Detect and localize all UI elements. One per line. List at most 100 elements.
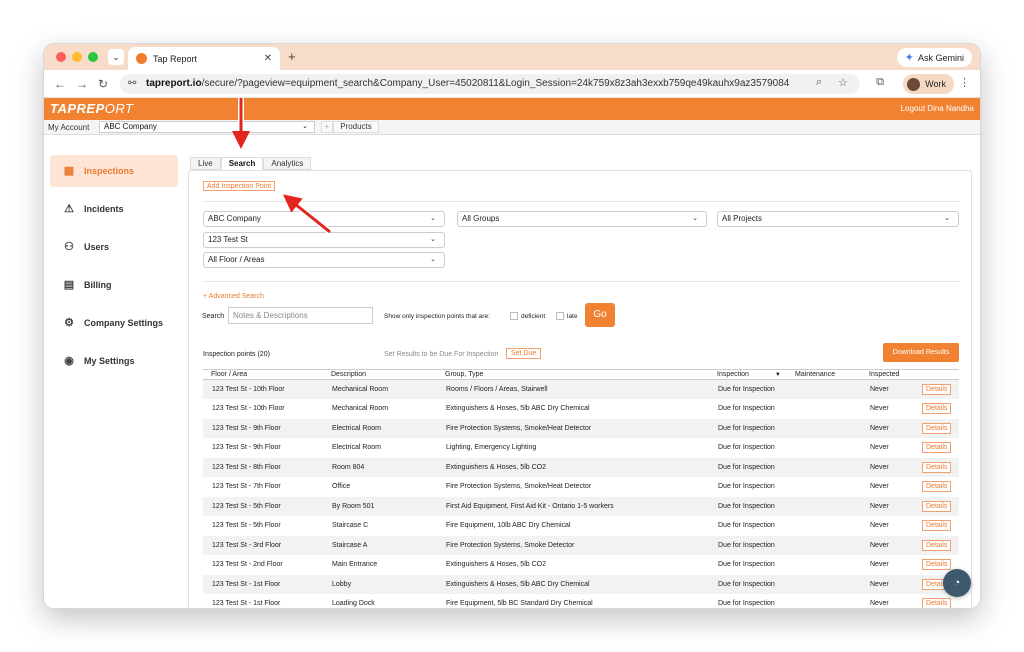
- back-arrow-icon[interactable]: ←: [54, 77, 66, 91]
- table-row[interactable]: 123 Test St - 5th Floor By Room 501 First …: [203, 496, 959, 516]
- cell-floor: 123 Test St - 5th Floor: [212, 522, 281, 530]
- column-header-group-type[interactable]: Group, Type: [437, 369, 709, 380]
- column-header-actions: [913, 369, 959, 380]
- advanced-search-link[interactable]: + Advanced Search: [203, 293, 264, 300]
- cell-maintenance: [787, 555, 861, 575]
- sidebar-item-billing[interactable]: ▤ Billing: [50, 269, 178, 301]
- table-row[interactable]: 123 Test St - 2nd Floor Main Entrance Exti…: [203, 555, 959, 575]
- taprep-logo[interactable]: TAPREPORT: [50, 101, 134, 116]
- browser-tab[interactable]: Tap Report ✕: [128, 47, 280, 70]
- details-button[interactable]: Details: [922, 500, 952, 512]
- late-checkbox[interactable]: [556, 312, 564, 320]
- projects-filter-value: All Projects: [722, 214, 763, 223]
- sidebar-item-label: Billing: [84, 280, 112, 290]
- reload-icon[interactable]: ↻: [98, 77, 108, 91]
- table-row[interactable]: 123 Test St - 8th Floor Room 804 Extinguis…: [203, 457, 959, 477]
- close-tab-icon[interactable]: ✕: [264, 53, 272, 64]
- details-button[interactable]: Details: [922, 461, 952, 473]
- address-bar[interactable]: ⚯ tapreport.io/secure/?pageview=equipmen…: [120, 74, 860, 94]
- clipboard-icon: ▦: [63, 165, 75, 177]
- sidebar-item-users[interactable]: ⚇ Users: [50, 231, 178, 263]
- products-tab[interactable]: Products: [333, 121, 379, 133]
- table-row[interactable]: 123 Test St - 1st Floor Loading Dock Fire …: [203, 594, 959, 608]
- tab-search[interactable]: Search: [220, 157, 264, 170]
- add-tab-button[interactable]: +: [321, 121, 333, 133]
- floor-filter-select[interactable]: All Floor / Areas ⌄: [203, 252, 445, 268]
- browser-menu-icon[interactable]: ⋮: [959, 76, 970, 89]
- sidebar-item-inspections[interactable]: ▦ Inspections: [50, 155, 178, 187]
- company-select-value: ABC Company: [104, 122, 157, 131]
- help-chat-button[interactable]: ◔: [943, 569, 971, 597]
- details-button[interactable]: Details: [922, 481, 952, 493]
- deficient-checkbox[interactable]: [510, 312, 518, 320]
- sidebar-item-company-settings[interactable]: ⚙ Company Settings: [50, 307, 178, 339]
- maximize-window-button[interactable]: [88, 52, 98, 62]
- download-results-button[interactable]: Download Results: [883, 343, 959, 362]
- site-info-icon[interactable]: ⚯: [128, 74, 136, 94]
- cell-floor: 123 Test St - 1st Floor: [203, 574, 323, 594]
- cell-inspected: Never: [861, 535, 913, 555]
- table-row[interactable]: 123 Test St - 9th Floor Electrical Room Li…: [203, 438, 959, 458]
- minimize-window-button[interactable]: [72, 52, 82, 62]
- set-due-button[interactable]: Set Due: [506, 348, 542, 359]
- column-header-description[interactable]: Description: [323, 369, 437, 380]
- cell-floor: 123 Test St - 3rd Floor: [203, 535, 323, 555]
- profile-button[interactable]: Work: [903, 74, 954, 94]
- new-tab-button[interactable]: +: [288, 49, 296, 64]
- search-input[interactable]: Notes & Descriptions: [228, 307, 373, 324]
- extensions-icon[interactable]: ⧉: [876, 76, 884, 89]
- cell-description: Mechanical Room: [332, 405, 389, 413]
- cell-description: Electrical Room: [323, 418, 437, 438]
- browser-window: ⌄ Tap Report ✕ + ✦ Ask Gemini ← → ↻ ⚯ ta…: [44, 44, 980, 608]
- projects-filter-select[interactable]: All Projects ⌄: [717, 211, 959, 227]
- sidebar-item-my-settings[interactable]: ◉ My Settings: [50, 345, 178, 377]
- sort-down-icon[interactable]: ▼: [775, 372, 781, 378]
- details-button[interactable]: Details: [922, 539, 952, 551]
- cell-inspection: Due for Inspection: [718, 444, 775, 452]
- table-row[interactable]: 123 Test St - 3rd Floor Staircase A Fire P…: [203, 535, 959, 555]
- groups-filter-select[interactable]: All Groups ⌄: [457, 211, 707, 227]
- column-header-floor[interactable]: Floor / Area: [203, 369, 323, 380]
- table-row[interactable]: 123 Test St - 7th Floor Office Fire Protec…: [203, 477, 959, 497]
- add-inspection-point-button[interactable]: Add Inspection Point: [203, 181, 276, 191]
- main-content: Live Search Analytics Add Inspection Poi…: [186, 157, 980, 608]
- logout-link[interactable]: Logout Dina Nandha: [901, 104, 974, 113]
- details-button[interactable]: Details: [922, 598, 952, 608]
- site-filter-select[interactable]: 123 Test St ⌄: [203, 232, 445, 248]
- table-row[interactable]: 123 Test St - 9th Floor Electrical Room Fi…: [203, 418, 959, 438]
- table-row[interactable]: 123 Test St - 5th Floor Staircase C Fire E…: [203, 516, 959, 536]
- profile-label: Work: [925, 79, 946, 89]
- column-header-maintenance[interactable]: Maintenance: [787, 369, 861, 380]
- cell-inspected: Never: [861, 574, 913, 594]
- table-row[interactable]: 123 Test St - 10th Floor Mechanical Room R…: [203, 379, 959, 399]
- column-header-inspected[interactable]: Inspected: [861, 369, 913, 380]
- details-button[interactable]: Details: [922, 442, 952, 454]
- sidebar-item-incidents[interactable]: ⚠ Incidents: [50, 193, 178, 225]
- sidebar-item-label: Inspections: [84, 166, 135, 176]
- company-select[interactable]: ABC Company ⌄: [99, 121, 315, 133]
- zoom-icon[interactable]: ⌕: [816, 76, 822, 89]
- details-button[interactable]: Details: [922, 384, 952, 395]
- table-row[interactable]: 123 Test St - 10th Floor Mechanical Room E…: [203, 399, 959, 419]
- cell-maintenance: [787, 516, 861, 536]
- cell-inspection: Due for Inspection: [709, 496, 787, 516]
- details-button[interactable]: Details: [922, 422, 952, 434]
- cell-group-type: Extinguishers & Hoses, 5lb CO2: [437, 457, 709, 477]
- forward-arrow-icon[interactable]: →: [76, 77, 88, 91]
- table-row[interactable]: 123 Test St - 1st Floor Lobby Extinguisher…: [203, 574, 959, 594]
- details-button[interactable]: Details: [922, 559, 952, 571]
- tab-analytics[interactable]: Analytics: [263, 157, 312, 170]
- details-button[interactable]: Details: [922, 403, 952, 415]
- sidebar-item-label: My Settings: [84, 356, 135, 366]
- tab-live[interactable]: Live: [190, 157, 221, 170]
- tab-search-chevron-icon[interactable]: ⌄: [108, 49, 124, 65]
- close-window-button[interactable]: [56, 52, 66, 62]
- company-filter-select[interactable]: ABC Company ⌄: [203, 211, 445, 227]
- cell-description: Room 804: [323, 457, 437, 477]
- go-button[interactable]: Go: [585, 303, 615, 327]
- ask-gemini-button[interactable]: ✦ Ask Gemini: [896, 48, 972, 67]
- details-button[interactable]: Details: [922, 520, 952, 532]
- bookmark-star-icon[interactable]: ☆: [838, 76, 848, 89]
- page-tabs: Live Search Analytics: [190, 157, 312, 170]
- column-header-inspection[interactable]: Inspection ▼: [709, 369, 787, 380]
